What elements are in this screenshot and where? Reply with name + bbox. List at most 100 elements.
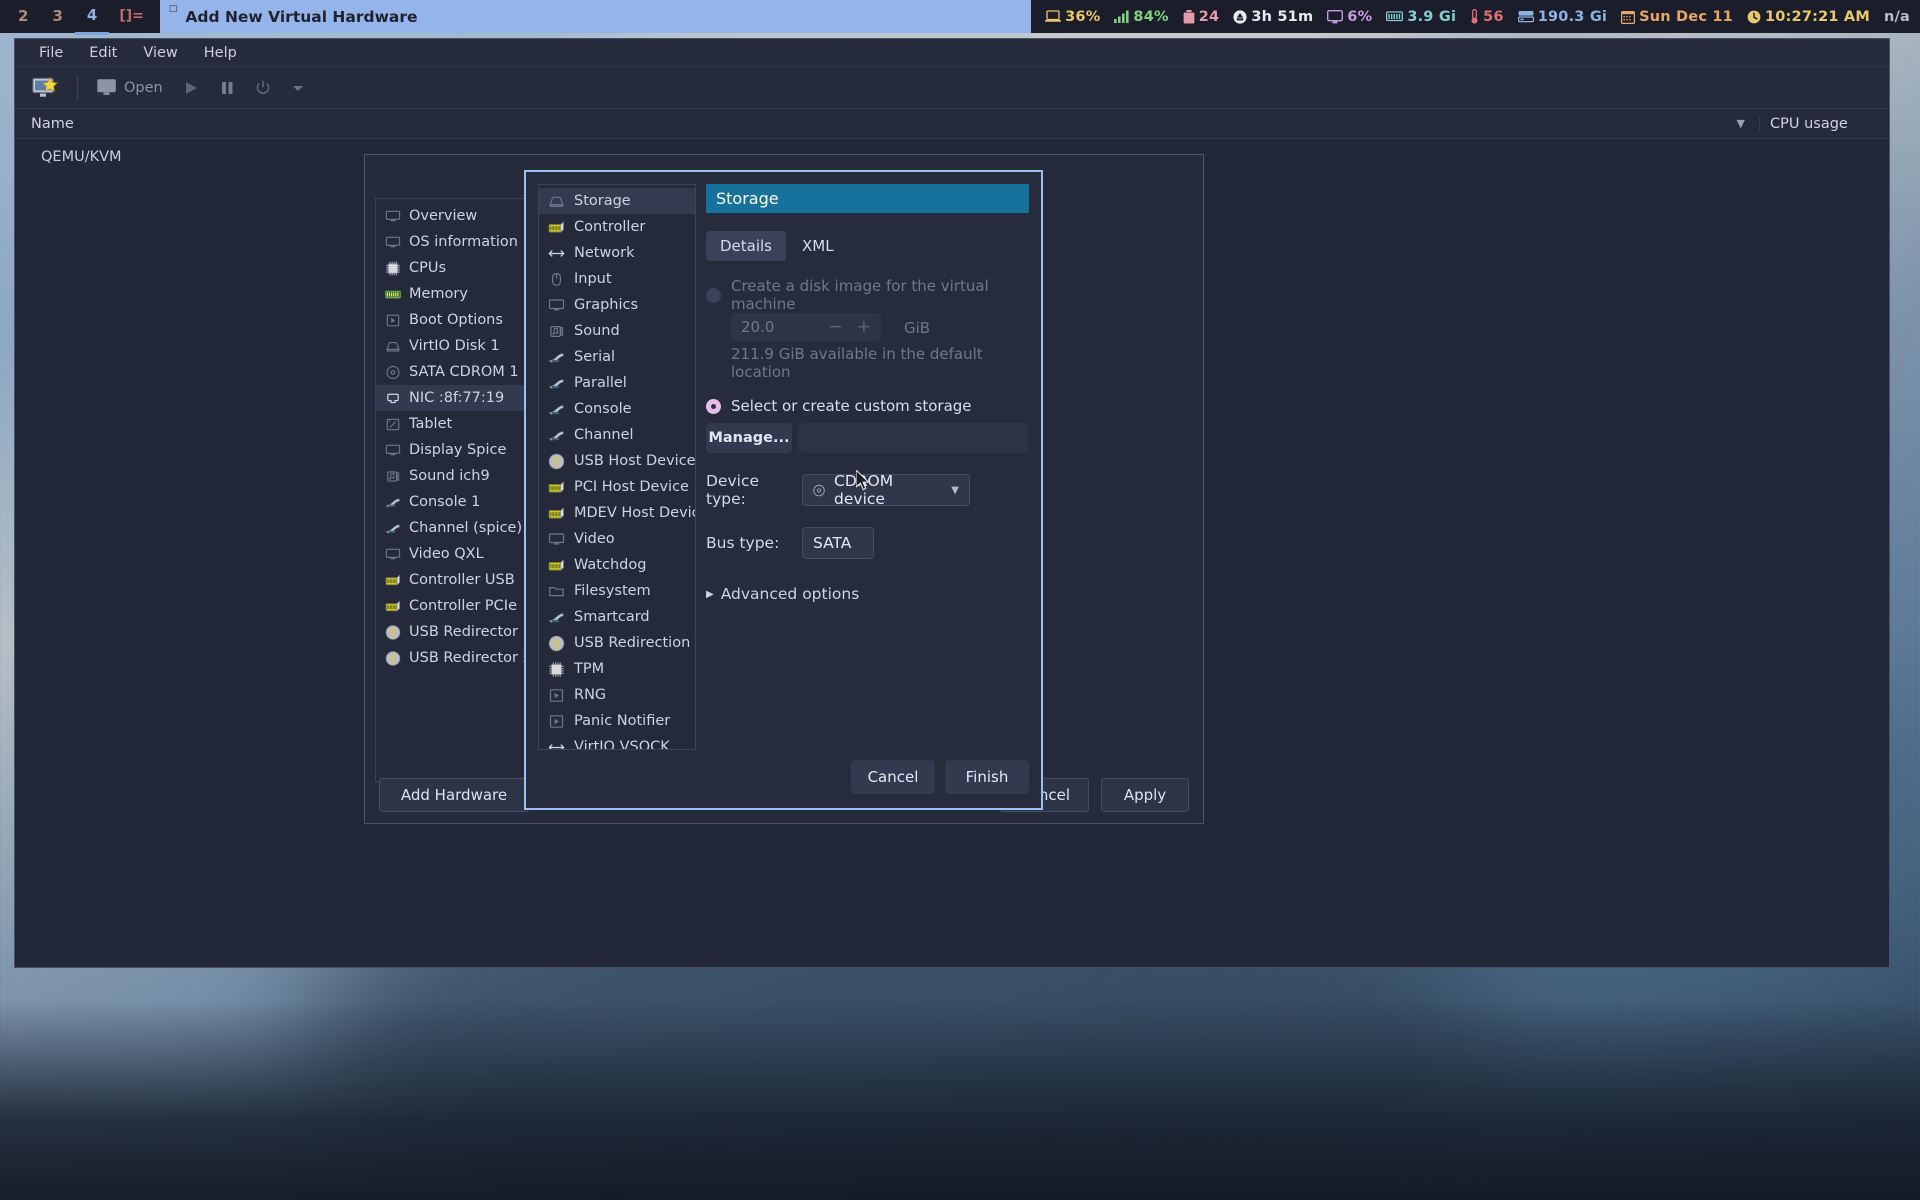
hardware-item-os-information[interactable]: OS information bbox=[376, 229, 525, 255]
hardware-type-usb-host-device[interactable]: USB Host Device bbox=[539, 448, 695, 474]
hardware-item-sata-cdrom-1[interactable]: SATA CDROM 1 bbox=[376, 359, 525, 385]
sort-chevron-down-icon[interactable]: ▼ bbox=[1737, 117, 1745, 130]
add-hardware-button[interactable]: Add Hardware bbox=[379, 778, 529, 812]
status-uptime[interactable]: 3h 51m bbox=[1233, 9, 1313, 25]
hardware-type-list[interactable]: Storage Controller Network Input Graphics Sou… bbox=[538, 184, 696, 750]
bus-type-label: Bus type: bbox=[706, 534, 780, 552]
hardware-type-controller[interactable]: Controller bbox=[539, 214, 695, 240]
hardware-type-usb-redirection[interactable]: USB Redirection bbox=[539, 630, 695, 656]
hardware-item-console-1[interactable]: Console 1 bbox=[376, 489, 525, 515]
hardware-type-storage[interactable]: Storage bbox=[539, 188, 695, 214]
menu-view[interactable]: View bbox=[131, 42, 189, 64]
hardware-type-parallel[interactable]: Parallel bbox=[539, 370, 695, 396]
finish-button[interactable]: Finish bbox=[945, 760, 1029, 794]
hardware-type-input[interactable]: Input bbox=[539, 266, 695, 292]
bus-type-select[interactable]: SATA bbox=[802, 527, 874, 559]
menu-file[interactable]: File bbox=[27, 42, 75, 64]
detail-header: Storage bbox=[706, 184, 1029, 213]
hardware-item-memory[interactable]: Memory bbox=[376, 281, 525, 307]
tab-xml[interactable]: XML bbox=[788, 231, 848, 261]
status-signal[interactable]: 84% bbox=[1114, 9, 1169, 25]
vm-hardware-list[interactable]: Overview OS information CPUs Memory Boot Opt… bbox=[375, 198, 525, 782]
create-disk-radio[interactable] bbox=[706, 287, 721, 303]
hardware-type-virtio-vsock[interactable]: VirtIO VSOCK bbox=[539, 734, 695, 749]
cancel-button[interactable]: Cancel bbox=[851, 760, 935, 794]
status-disk[interactable]: 190.3 Gi bbox=[1517, 9, 1607, 25]
layout-tag[interactable]: []= bbox=[109, 0, 154, 33]
hardware-item-tablet[interactable]: Tablet bbox=[376, 411, 525, 437]
hardware-type-graphics[interactable]: Graphics bbox=[539, 292, 695, 318]
status-battery[interactable]: 24 bbox=[1183, 9, 1220, 25]
workspace-3[interactable]: 3 bbox=[40, 0, 74, 33]
run-button[interactable] bbox=[176, 76, 206, 100]
hardware-type-smartcard[interactable]: Smartcard bbox=[539, 604, 695, 630]
chevron-right-icon[interactable]: ▶ bbox=[706, 589, 714, 600]
tab-details[interactable]: Details bbox=[706, 231, 787, 261]
pause-button[interactable] bbox=[212, 76, 242, 100]
device-type-select[interactable]: CDROM device ▼ bbox=[802, 472, 970, 508]
column-header-cpu[interactable]: CPU usage bbox=[1759, 115, 1879, 132]
hardware-type-video[interactable]: Video bbox=[539, 526, 695, 552]
hardware-type-channel[interactable]: Channel bbox=[539, 422, 695, 448]
column-header-name[interactable]: Name bbox=[25, 116, 1737, 132]
hardware-type-tpm[interactable]: TPM bbox=[539, 656, 695, 682]
storage-path-input[interactable] bbox=[798, 423, 1029, 453]
hardware-item-usb-redirector-2[interactable]: USB Redirector 2 bbox=[376, 645, 525, 671]
hardware-type-serial[interactable]: Serial bbox=[539, 344, 695, 370]
hardware-type-sound[interactable]: Sound bbox=[539, 318, 695, 344]
status-date[interactable]: Sun Dec 11 bbox=[1621, 9, 1733, 25]
disk-size-plus-button[interactable]: + bbox=[857, 317, 871, 337]
custom-storage-radio[interactable] bbox=[706, 398, 721, 414]
custom-storage-option[interactable]: Select or create custom storage bbox=[706, 397, 1029, 415]
hardware-item-controller-pcie[interactable]: Controller PCIe bbox=[376, 593, 525, 619]
disk-size-stepper[interactable]: 20.0 − + bbox=[731, 313, 881, 341]
hardware-item-label: SATA CDROM 1 bbox=[409, 364, 519, 380]
shutdown-button[interactable] bbox=[248, 76, 278, 100]
status-temperature[interactable]: 56 bbox=[1470, 9, 1504, 25]
hardware-item-channel-spice[interactable]: Channel (spice) bbox=[376, 515, 525, 541]
chevron-down-icon[interactable]: ▼ bbox=[935, 485, 959, 496]
active-window-title: Add New Virtual Hardware bbox=[185, 7, 418, 26]
disk-size-minus-button[interactable]: − bbox=[829, 317, 843, 337]
hardware-type-network[interactable]: Network bbox=[539, 240, 695, 266]
advanced-options-toggle[interactable]: ▶ Advanced options bbox=[706, 585, 1029, 603]
hardware-item-overview[interactable]: Overview bbox=[376, 203, 525, 229]
shutdown-dropdown-button[interactable] bbox=[284, 79, 312, 97]
hardware-type-watchdog[interactable]: Watchdog bbox=[539, 552, 695, 578]
status-na[interactable]: n/a bbox=[1884, 9, 1910, 25]
hardware-item-usb-redirector-1[interactable]: USB Redirector 1 bbox=[376, 619, 525, 645]
hardware-item-sound-ich9[interactable]: Sound ich9 bbox=[376, 463, 525, 489]
open-button[interactable]: Open bbox=[90, 75, 170, 100]
hardware-type-rng[interactable]: RNG bbox=[539, 682, 695, 708]
hardware-type-console[interactable]: Console bbox=[539, 396, 695, 422]
new-vm-button[interactable] bbox=[25, 73, 65, 103]
status-memory[interactable]: 3.9 Gi bbox=[1386, 9, 1456, 25]
disk-size-value[interactable]: 20.0 bbox=[741, 318, 774, 336]
hardware-type-pci-host-device[interactable]: PCI Host Device bbox=[539, 474, 695, 500]
hardware-item-controller-usb[interactable]: Controller USB bbox=[376, 567, 525, 593]
monitor-icon bbox=[385, 210, 401, 221]
tablet-icon bbox=[386, 418, 400, 430]
hardware-item-nic-8f-77-19[interactable]: NIC :8f:77:19 bbox=[376, 385, 525, 411]
hardware-type-panic-notifier[interactable]: Panic Notifier bbox=[539, 708, 695, 734]
disk-size-buttons[interactable]: − + bbox=[829, 317, 872, 337]
hardware-item-virtio-disk-1[interactable]: VirtIO Disk 1 bbox=[376, 333, 525, 359]
manage-button[interactable]: Manage... bbox=[706, 423, 792, 453]
workspace-2[interactable]: 2 bbox=[6, 0, 40, 33]
active-window-title-bar[interactable]: □ Add New Virtual Hardware bbox=[159, 0, 1032, 33]
workspace-4[interactable]: 4 bbox=[74, 0, 110, 35]
status-cpu-monitor[interactable]: 6% bbox=[1327, 9, 1372, 25]
menu-edit[interactable]: Edit bbox=[77, 42, 129, 64]
hardware-item-video-qxl[interactable]: Video QXL bbox=[376, 541, 525, 567]
hardware-item-display-spice[interactable]: Display Spice bbox=[376, 437, 525, 463]
workspace-switcher[interactable]: 2 3 4 []= bbox=[0, 0, 160, 35]
hardware-item-cpus[interactable]: CPUs bbox=[376, 255, 525, 281]
details-apply-button[interactable]: Apply bbox=[1101, 778, 1189, 812]
status-clock[interactable]: 10:27:21 AM bbox=[1747, 9, 1870, 25]
menu-help[interactable]: Help bbox=[192, 42, 249, 64]
hardware-type-filesystem[interactable]: Filesystem bbox=[539, 578, 695, 604]
status-laptop[interactable]: 36% bbox=[1045, 9, 1100, 25]
hardware-item-boot-options[interactable]: Boot Options bbox=[376, 307, 525, 333]
hardware-type-mdev-host-device[interactable]: MDEV Host Device bbox=[539, 500, 695, 526]
create-disk-option[interactable]: Create a disk image for the virtual mach… bbox=[706, 277, 1029, 313]
